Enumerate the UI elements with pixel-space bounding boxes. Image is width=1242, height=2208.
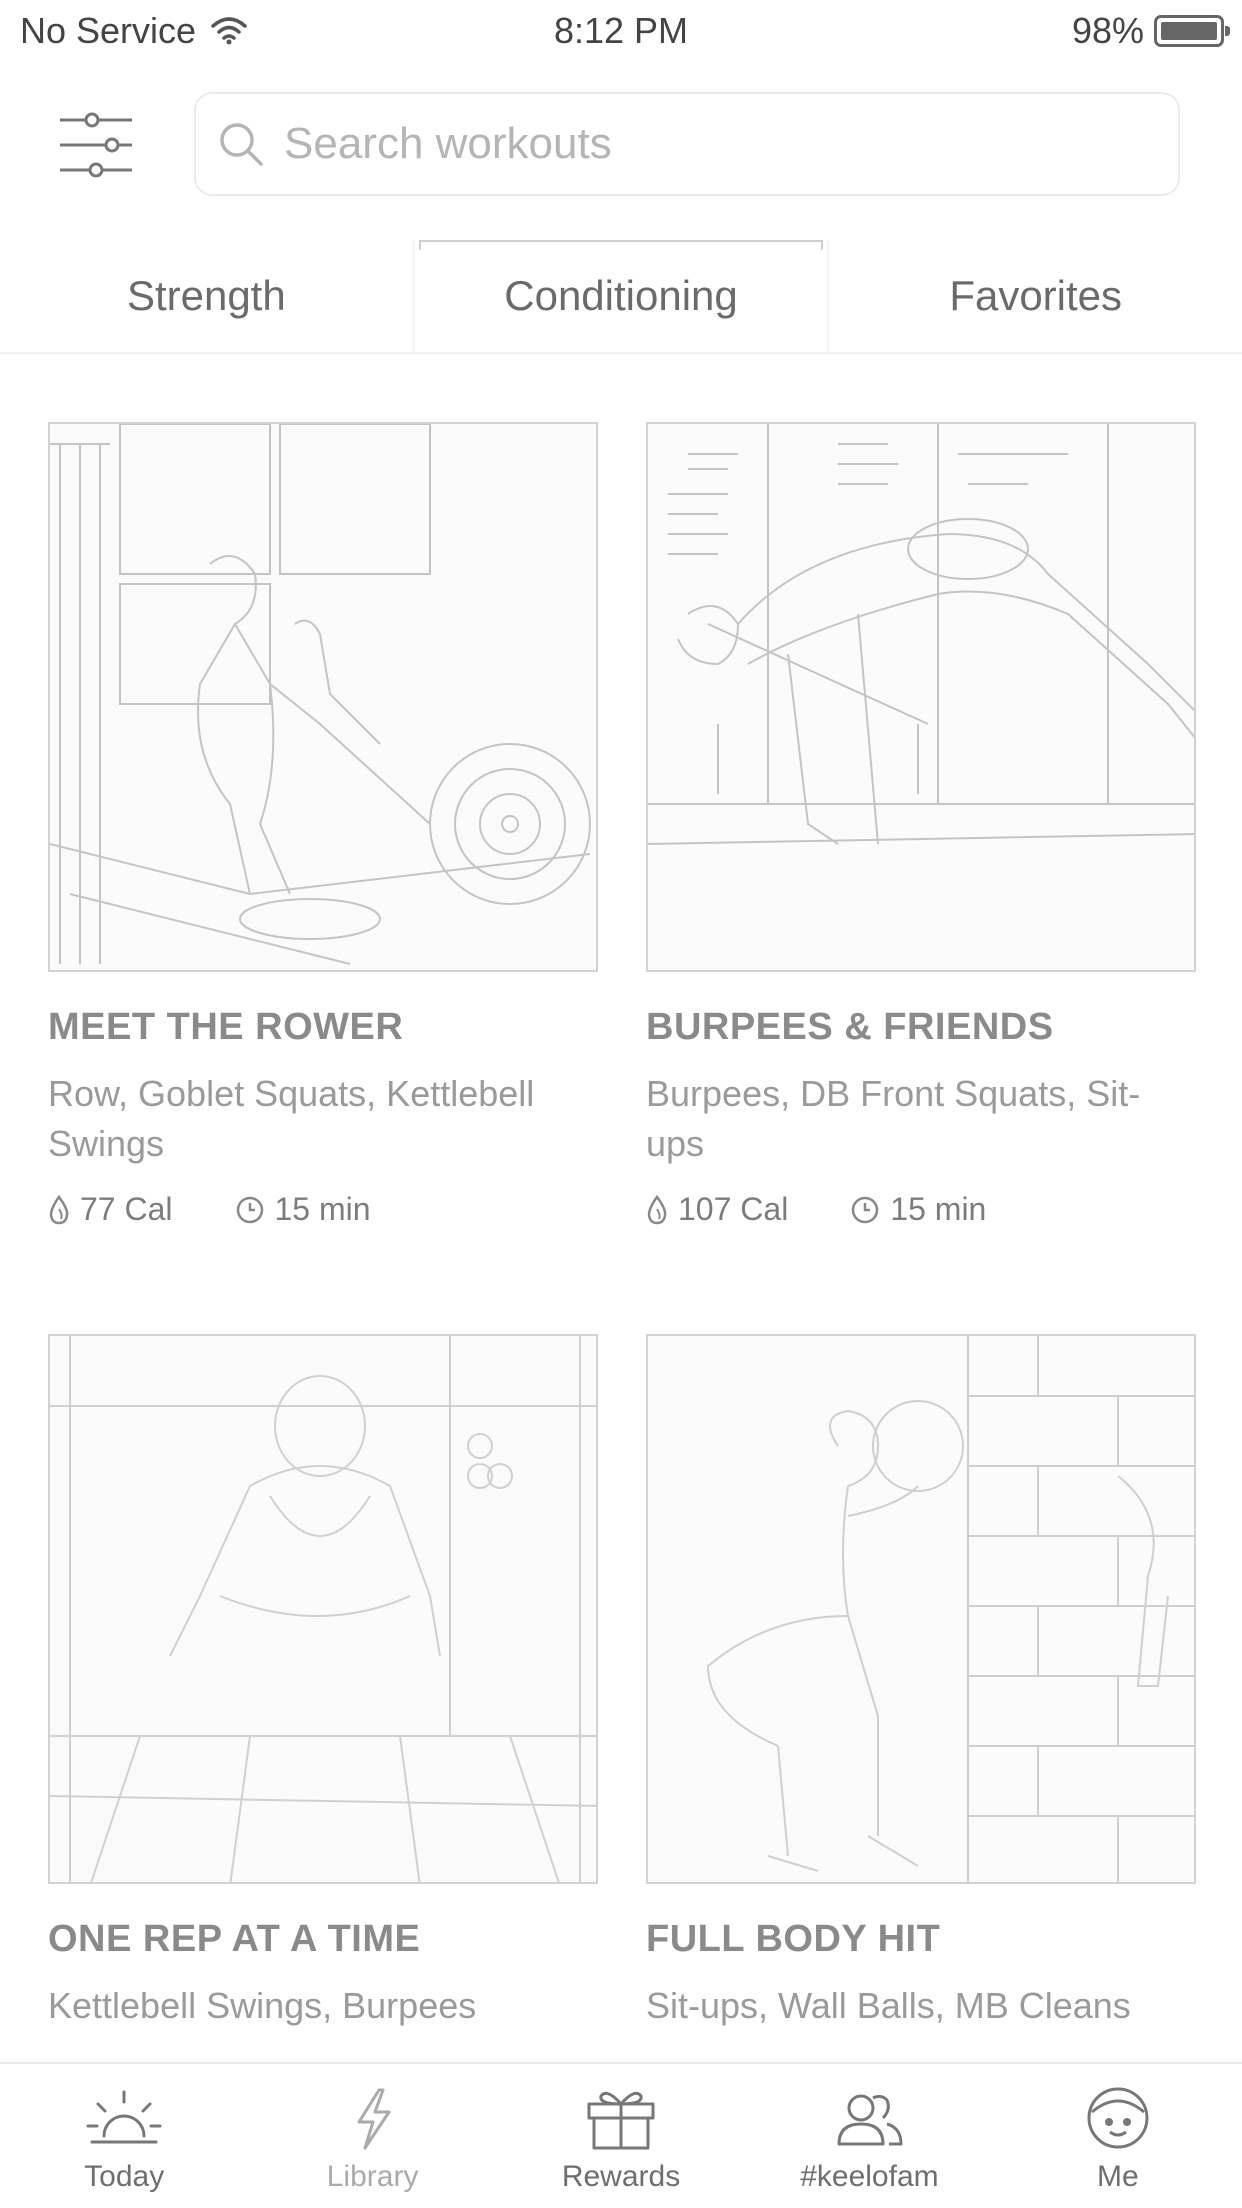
nav-label: Library [326, 2160, 419, 2193]
workout-card[interactable]: BURPEES & FRIENDS Burpees, DB Front Squa… [646, 422, 1196, 1228]
battery-percent: 98% [1071, 10, 1144, 51]
sliders-icon [60, 112, 132, 178]
workout-card[interactable]: FULL BODY HIT Sit-ups, Wall Balls, MB Cl… [646, 1334, 1196, 2031]
search-icon [220, 123, 263, 166]
workout-title: BURPEES & FRIENDS [646, 1006, 1054, 1048]
workout-title: FULL BODY HIT [646, 1918, 941, 1960]
nav-rewards[interactable]: Rewards [497, 2064, 745, 2208]
workout-image [646, 1334, 1196, 1884]
face-icon [1087, 2087, 1149, 2149]
workout-exercises: Sit-ups, Wall Balls, MB Cleans [646, 1985, 1131, 2026]
category-tabs: Strength Conditioning Favorites [0, 240, 1242, 354]
nav-label: Rewards [561, 2160, 681, 2193]
clock-icon [852, 1196, 879, 1223]
status-time: 8:12 PM [553, 10, 689, 51]
nav-label: #keelofam [800, 2160, 939, 2193]
battery-icon [1154, 15, 1230, 47]
nav-today[interactable]: Today [0, 2064, 248, 2208]
tab-conditioning[interactable]: Conditioning [415, 240, 830, 352]
workout-exercises: Row, Goblet Squats, Kettlebell Swings [48, 1073, 535, 1164]
nav-label: Me [1096, 2160, 1139, 2193]
workout-title: ONE REP AT A TIME [48, 1918, 421, 1960]
workout-image [48, 422, 598, 972]
people-icon [837, 2094, 903, 2146]
nav-label: Today [84, 2160, 165, 2193]
filter-button[interactable] [56, 110, 136, 180]
status-bar: No Service 8:12 PM 98% [0, 0, 1242, 62]
duration-label: 15 min [274, 1191, 371, 1227]
sun-icon [86, 2090, 162, 2144]
workout-card[interactable]: MEET THE ROWER Row, Goblet Squats, Kettl… [48, 422, 598, 1228]
calories-label: 77 Cal [80, 1191, 173, 1227]
bottom-nav: Today Library Rewards #keelofam Me [0, 2062, 1242, 2208]
workout-title: MEET THE ROWER [48, 1006, 404, 1048]
tab-favorites[interactable]: Favorites [829, 240, 1242, 352]
search-box[interactable] [194, 92, 1180, 196]
flame-icon [49, 1194, 69, 1224]
flame-icon [647, 1194, 667, 1224]
nav-library[interactable]: Library [248, 2064, 496, 2208]
workout-card[interactable]: ONE REP AT A TIME Kettlebell Swings, Bur… [48, 1334, 598, 2031]
nav-me[interactable]: Me [994, 2064, 1242, 2208]
nav-community[interactable]: #keelofam [745, 2064, 993, 2208]
workout-exercises: Burpees, DB Front Squats, Sit-ups [646, 1073, 1141, 1164]
lightning-icon [357, 2088, 391, 2150]
calories-label: 107 Cal [678, 1191, 789, 1227]
workout-image [48, 1334, 598, 1884]
workout-exercises: Kettlebell Swings, Burpees [48, 1985, 477, 2026]
workout-image [646, 422, 1196, 972]
duration-label: 15 min [890, 1191, 987, 1227]
clock-icon [236, 1196, 263, 1223]
search-input[interactable] [284, 119, 1144, 169]
tab-strength[interactable]: Strength [0, 240, 415, 352]
gift-icon [587, 2091, 655, 2150]
